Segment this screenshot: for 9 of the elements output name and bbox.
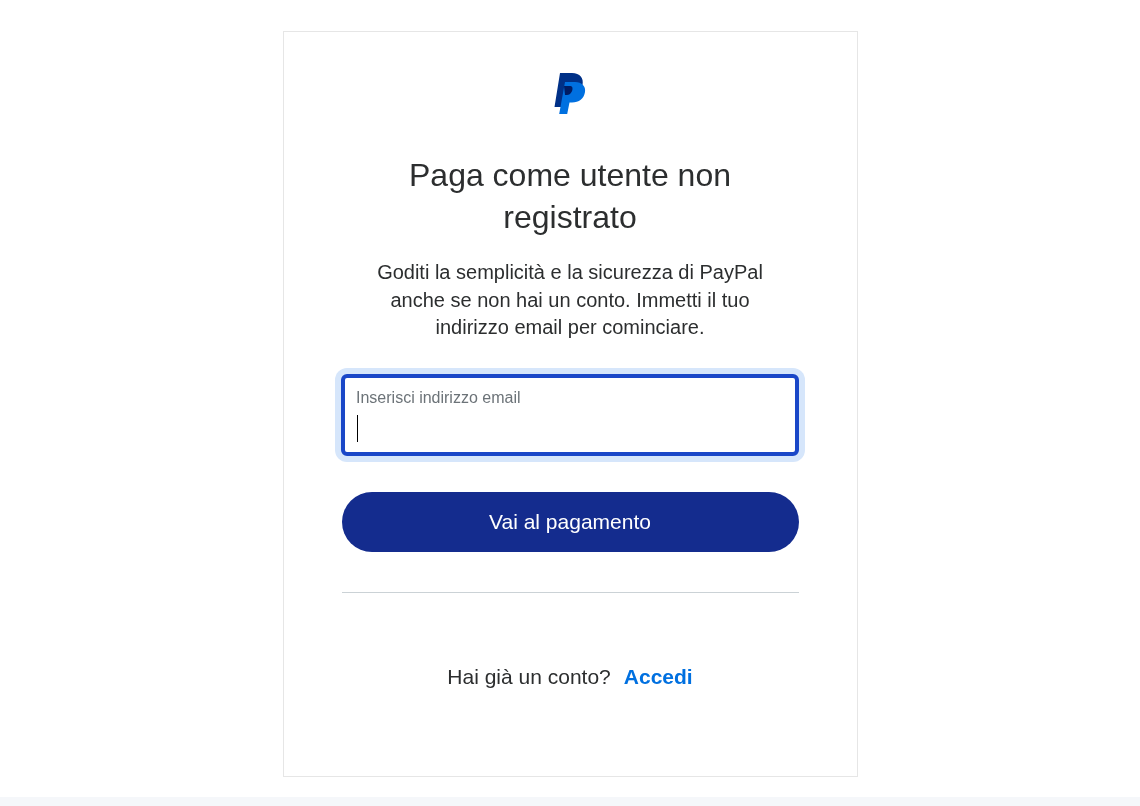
text-cursor-icon — [357, 414, 358, 442]
intro-paragraph: Goditi la semplicità e la sicurezza di PayPal anche se non hai un conto. Immetti il tuo indirizzo email per cominciare. — [376, 260, 764, 340]
paypal-logo-icon — [554, 73, 586, 114]
login-prompt-text: Hai già un conto? — [447, 663, 611, 690]
email-field[interactable]: Inserisci indirizzo email — [341, 373, 799, 456]
page-heading: Paga come utente non registrato — [408, 156, 732, 237]
email-field-label: Inserisci indirizzo email — [356, 387, 521, 408]
continue-button[interactable]: Vai al pagamento — [341, 491, 799, 552]
login-link[interactable]: Accedi — [623, 662, 693, 691]
